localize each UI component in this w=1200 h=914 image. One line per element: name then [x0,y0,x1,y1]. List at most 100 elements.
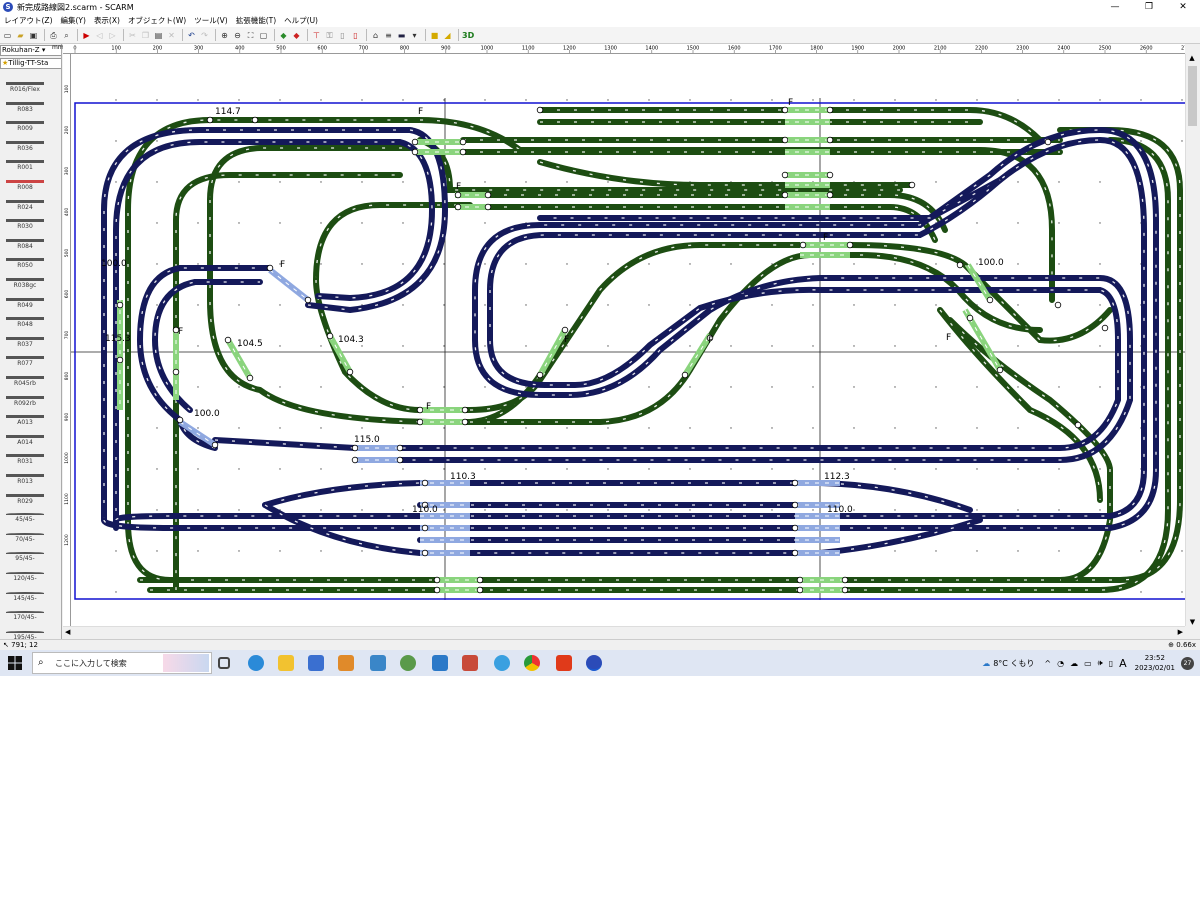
menu-object[interactable]: オブジェクト(W) [124,15,190,26]
library-track-item[interactable]: 45/45- [0,511,50,531]
track-tool-icon[interactable]: ⊤ [311,30,322,41]
horizontal-scrollbar[interactable]: ◀ ▶ [63,626,1185,638]
bridge-icon[interactable]: ⌂ [370,30,381,41]
step-back-icon[interactable]: ◁ [94,30,105,41]
zoom-fit-icon[interactable]: ⛶ [245,30,256,41]
save-icon[interactable]: ▣ [28,30,39,41]
onedrive-icon[interactable]: ☁ [1070,659,1078,668]
menu-extensions[interactable]: 拡張機能(T) [232,15,280,26]
zoom-in-icon[interactable]: ⊕ [219,30,230,41]
new-file-icon[interactable]: ▭ [2,30,13,41]
mail-icon[interactable] [432,655,448,671]
scroll-right-icon[interactable]: ▶ [1178,628,1183,636]
print-preview-icon[interactable]: ⌕ [61,30,72,41]
library-track-item[interactable]: R008 [0,178,50,198]
menu-view[interactable]: 表示(X) [90,15,124,26]
zoom-level[interactable]: ⊕ 0.66x [1168,641,1196,649]
library-track-item[interactable]: R024 [0,198,50,218]
vertical-scrollbar[interactable]: ▲ ▼ [1185,54,1198,626]
layers-icon[interactable]: ◆ [278,30,289,41]
library-track-item[interactable]: R009 [0,119,50,139]
object-tool-icon[interactable]: ◢ [442,30,453,41]
library-track-item[interactable]: R050 [0,256,50,276]
library-track-item[interactable]: 195/45- [0,629,50,639]
layout-canvas[interactable]: 114.7 F F F 100.0 F 115.3 F 104.5 104.3 100.0 F F F F 1… [71,54,1185,626]
library-track-item[interactable]: R016/Flex [0,80,50,100]
store-icon[interactable] [308,655,324,671]
vertical-scroll-thumb[interactable] [1188,66,1197,126]
windows-start-icon[interactable] [8,656,22,670]
menu-help[interactable]: ヘルプ(U) [280,15,322,26]
open-folder-icon[interactable]: ▰ [15,30,26,41]
photo-app-icon[interactable] [462,655,478,671]
menu-tools[interactable]: ツール(V) [190,15,231,26]
zoom-out-icon[interactable]: ⊖ [232,30,243,41]
library-track-item[interactable]: 120/45- [0,570,50,590]
library-track-item[interactable]: 70/45- [0,531,50,551]
library-track-item[interactable]: R049 [0,296,50,316]
app-window-icon[interactable] [370,655,386,671]
library-track-item[interactable]: A014 [0,433,50,453]
internet-explorer-icon[interactable] [494,655,510,671]
weather-text[interactable]: 8°C くもり [993,658,1034,669]
marker-tool-icon[interactable]: ▯ [350,30,361,41]
zoom-window-icon[interactable]: ▢ [258,30,269,41]
library-track-item[interactable]: R030 [0,217,50,237]
lock-icon[interactable]: ⚿ [324,30,335,41]
layer-color-icon[interactable]: ◆ [291,30,302,41]
game-app-icon[interactable] [400,655,416,671]
maximize-button[interactable]: ❐ [1132,0,1166,14]
undo-icon[interactable]: ↶ [186,30,197,41]
task-view-icon[interactable] [218,657,230,669]
library-track-item[interactable]: R031 [0,452,50,472]
library-track-item[interactable]: 95/45- [0,550,50,570]
copy-icon[interactable]: ❐ [140,30,151,41]
library-track-item[interactable]: R048 [0,315,50,335]
display-icon[interactable]: ▭ [1084,659,1092,668]
notification-badge[interactable]: 27 [1181,656,1194,670]
run-icon[interactable]: ▶ [81,30,92,41]
library-track-item[interactable]: R077 [0,354,50,374]
catalog-select[interactable]: ★Tillig-TT-Sta [0,58,61,69]
taskbar-clock[interactable]: 23:52 2023/02/01 [1135,653,1175,673]
paste-icon[interactable]: ▤ [153,30,164,41]
step-forward-icon[interactable]: ▷ [107,30,118,41]
library-track-item[interactable]: R092rb [0,394,50,414]
tray-chevron-icon[interactable]: ^ [1044,659,1051,668]
taskbar-search[interactable]: ⌕ ここに入力して検索 [32,652,212,674]
print-icon[interactable]: ⎙ [48,30,59,41]
edge-browser-icon[interactable] [248,655,264,671]
object-box-icon[interactable]: ■ [429,30,440,41]
library-track-item[interactable]: R037 [0,335,50,355]
dropdown-arrow-icon[interactable]: ▾ [409,30,420,41]
library-track-item[interactable]: R045rb [0,374,50,394]
library-track-item[interactable]: 145/45- [0,590,50,610]
rails-icon[interactable]: ≡ [383,30,394,41]
scroll-left-icon[interactable]: ◀ [65,628,70,636]
ime-indicator[interactable]: A [1119,657,1127,670]
media-player-icon[interactable] [338,655,354,671]
chrome-icon[interactable] [524,655,540,671]
volume-icon[interactable]: 🕪 [1098,658,1103,668]
library-track-item[interactable]: R084 [0,237,50,257]
menu-edit[interactable]: 編集(Y) [57,15,90,26]
height-tool-icon[interactable]: ▯ [337,30,348,41]
network-icon[interactable]: ◔ [1057,659,1064,668]
minimize-button[interactable]: — [1098,0,1132,14]
delete-icon[interactable]: ✕ [166,30,177,41]
library-track-item[interactable]: 170/45- [0,609,50,629]
library-track-item[interactable]: R036 [0,139,50,159]
redo-icon[interactable]: ↷ [199,30,210,41]
menu-layout[interactable]: レイアウト(Z) [0,15,57,26]
library-track-item[interactable]: R029 [0,492,50,512]
library-track-item[interactable]: R038gc [0,276,50,296]
battery-icon[interactable]: ▯ [1109,659,1113,668]
scroll-down-icon[interactable]: ▼ [1186,618,1199,626]
library-track-item[interactable]: A013 [0,413,50,433]
library-track-item[interactable]: R001 [0,158,50,178]
scarm-taskbar-icon[interactable] [586,655,602,671]
file-explorer-icon[interactable] [278,655,294,671]
library-track-item[interactable]: R083 [0,100,50,120]
library-track-item[interactable]: R013 [0,472,50,492]
line-style-icon[interactable]: ▬ [396,30,407,41]
